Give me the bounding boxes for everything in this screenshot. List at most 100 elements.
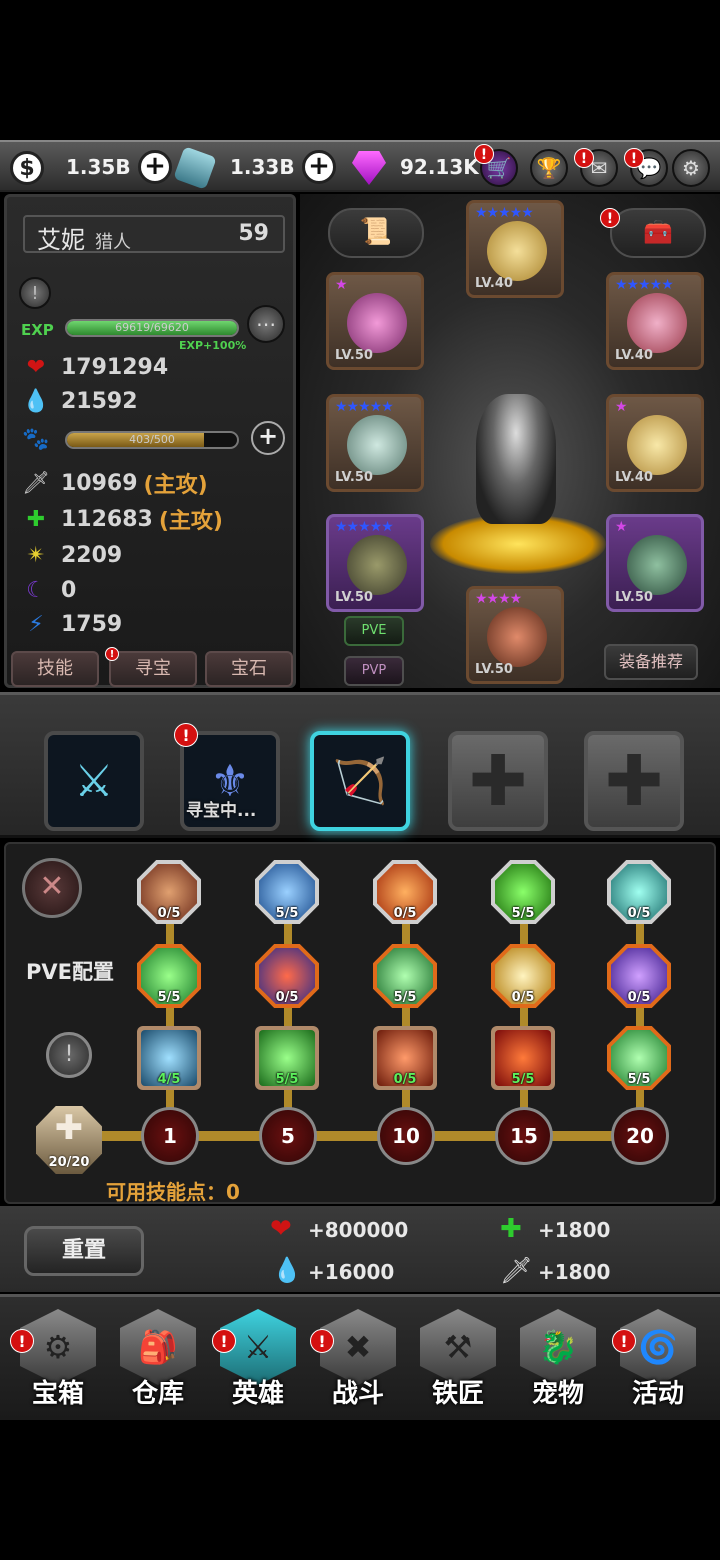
skill-r2c2[interactable]: 0/5 xyxy=(255,944,319,1008)
skill-r1c4[interactable]: 5/5 xyxy=(491,860,555,924)
milestone-node: 10 xyxy=(377,1107,435,1165)
skill-level: 5/5 xyxy=(275,906,299,921)
tab-skills[interactable]: 技能 xyxy=(11,651,99,687)
equip-slot-right-2[interactable]: ★ LV.40 xyxy=(606,394,704,492)
equip-level: LV.50 xyxy=(335,348,373,363)
nav-pet-label: 宠物 xyxy=(531,1379,584,1409)
equip-slot-weapon[interactable]: ★★★★★ LV.50 xyxy=(326,514,424,612)
equip-level: LV.50 xyxy=(475,662,513,677)
currency-bar: $ 1.35B + 1.33B + 92.13K 🛒 ! 🏆 ✉ ! 💬 ! ⚙ xyxy=(0,140,720,192)
hero-slot-3[interactable]: 🏹 xyxy=(310,731,410,831)
nav-battle[interactable]: ✖ 战斗 xyxy=(316,1309,400,1417)
nav-hero-alert-icon: ! xyxy=(212,1329,236,1353)
tab-treasure[interactable]: 寻宝 xyxy=(109,651,197,687)
skill-r3c5[interactable]: 5/5 xyxy=(607,1026,671,1090)
recommend-equipment-button[interactable]: 装备推荐 xyxy=(604,644,698,680)
equip-slot-right-1[interactable]: ★★★★★ LV.40 xyxy=(606,272,704,370)
heart-icon: ❤ xyxy=(26,354,46,380)
skill-level: 0/5 xyxy=(627,990,651,1005)
skill-r3c1[interactable]: 4/5 xyxy=(137,1026,201,1090)
nav-hero[interactable]: ⚔ 英雄 xyxy=(216,1309,300,1417)
skill-r3c2[interactable]: 5/5 xyxy=(255,1026,319,1090)
tab-gems[interactable]: 宝石 xyxy=(205,651,293,687)
nav-pet[interactable]: 🐉 宠物 xyxy=(516,1309,600,1417)
skill-r2c5[interactable]: 0/5 xyxy=(607,944,671,1008)
hero-level: 59 xyxy=(238,221,269,246)
skill-level: 4/5 xyxy=(157,1072,181,1087)
gem-icon xyxy=(352,151,386,185)
info-icon[interactable]: ! xyxy=(46,1032,92,1078)
skill-level: 0/5 xyxy=(157,906,181,921)
equip-level: LV.40 xyxy=(475,276,513,291)
hero-slot-1[interactable]: ⚔ xyxy=(44,731,144,831)
trophy-icon[interactable]: 🏆 xyxy=(530,149,568,187)
burst-icon: ✴ xyxy=(26,542,46,568)
close-config-button[interactable]: ✕ xyxy=(22,858,82,918)
equip-level: LV.40 xyxy=(615,348,653,363)
nav-blacksmith[interactable]: ⚒ 铁匠 xyxy=(416,1309,500,1417)
skill-bonus-bar: 重置 ❤ +800000 💧 +16000 ✚ +1800 🗡 +1800 xyxy=(0,1206,720,1292)
hp-value: 1791294 xyxy=(61,354,169,380)
hero-searching-label: 寻宝中... xyxy=(186,801,257,821)
equip-level: LV.40 xyxy=(615,470,653,485)
butterfly-icon xyxy=(627,293,687,353)
nav-events-alert-icon: ! xyxy=(612,1329,636,1353)
skill-r3c3[interactable]: 0/5 xyxy=(373,1026,437,1090)
speed-value: 1759 xyxy=(61,611,123,637)
chat-alert-icon: ! xyxy=(624,148,644,168)
skill-r2c3[interactable]: 5/5 xyxy=(373,944,437,1008)
chest-button[interactable]: 🧰 xyxy=(610,208,706,258)
more-options-icon[interactable]: ⋯ xyxy=(247,305,285,343)
equip-slot-boots[interactable]: ★★★★ LV.50 xyxy=(466,586,564,684)
add-pet-button[interactable]: + xyxy=(251,421,285,455)
magic-bonus: +1800 xyxy=(538,1218,611,1242)
mp-row: 💧 21592 xyxy=(19,385,137,417)
wing-icon xyxy=(627,415,687,475)
add-crystal-button[interactable]: + xyxy=(302,150,336,184)
hero-slot-empty-2[interactable]: ✚ xyxy=(584,731,684,831)
skill-r1c3[interactable]: 0/5 xyxy=(373,860,437,924)
equip-stars: ★ xyxy=(615,519,628,535)
equip-slot-left-2[interactable]: ★★★★★ LV.50 xyxy=(326,394,424,492)
pet-row: 🐾 xyxy=(19,423,53,455)
hero-name: 艾妮 xyxy=(37,226,85,254)
skill-r1c2[interactable]: 5/5 xyxy=(255,860,319,924)
skill-r1c5[interactable]: 0/5 xyxy=(607,860,671,924)
nav-chest[interactable]: ⚙ 宝箱 xyxy=(16,1309,100,1417)
pvp-button[interactable]: PVP xyxy=(344,656,404,686)
water-drop-icon: 💧 xyxy=(272,1256,302,1284)
nav-events[interactable]: 🌀 活动 xyxy=(616,1309,700,1417)
hero-slot-2[interactable]: ⚜ 寻宝中... xyxy=(180,731,280,831)
equip-slot-head[interactable]: ★★★★★ LV.40 xyxy=(466,200,564,298)
crystal-amount: 1.33B xyxy=(230,155,295,179)
skill-r3c4[interactable]: 5/5 xyxy=(491,1026,555,1090)
scroll-button[interactable]: 📜 xyxy=(328,208,424,258)
nav-events-label: 活动 xyxy=(631,1379,684,1409)
heart-icon: ❤ xyxy=(270,1214,292,1244)
nav-warehouse[interactable]: 🎒 仓库 xyxy=(116,1309,200,1417)
skill-r2c4[interactable]: 0/5 xyxy=(491,944,555,1008)
skill-level: 5/5 xyxy=(157,990,181,1005)
pve-button[interactable]: PVE xyxy=(344,616,404,646)
hunter-hero-icon: 🏹 xyxy=(332,756,388,807)
hero-slot-empty-1[interactable]: ✚ xyxy=(448,731,548,831)
lightning-icon: ⚡ xyxy=(28,611,44,637)
reset-button[interactable]: 重置 xyxy=(24,1226,144,1276)
info-icon[interactable]: ! xyxy=(19,277,51,309)
equip-slot-offhand[interactable]: ★ LV.50 xyxy=(606,514,704,612)
equip-slot-left-1[interactable]: ★ LV.50 xyxy=(326,272,424,370)
skill-points-total: 20/20 xyxy=(48,1155,90,1170)
chest-alert-icon: ! xyxy=(600,208,620,228)
water-drop-icon: 💧 xyxy=(22,388,50,414)
gold-coin-icon: $ xyxy=(10,151,44,185)
config-label: PVE配置 xyxy=(26,960,114,984)
crit-value: 2209 xyxy=(61,542,123,568)
boots-icon xyxy=(487,607,547,667)
equip-level: LV.50 xyxy=(615,590,653,605)
ring-icon xyxy=(347,415,407,475)
gear-icon[interactable]: ⚙ xyxy=(672,149,710,187)
skill-r2c1[interactable]: 5/5 xyxy=(137,944,201,1008)
skill-r1c1[interactable]: 0/5 xyxy=(137,860,201,924)
add-gold-button[interactable]: + xyxy=(138,150,172,184)
attack-row: 🗡 10969 (主攻) xyxy=(19,467,208,499)
